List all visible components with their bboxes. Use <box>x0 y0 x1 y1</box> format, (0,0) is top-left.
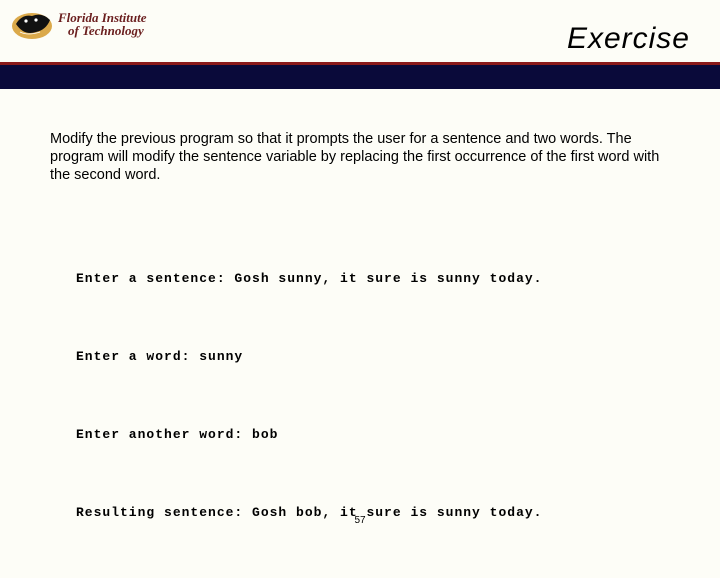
code-line: Enter a word: sunny <box>76 344 670 370</box>
panther-icon <box>10 6 54 42</box>
institution-logo: Florida Institute of Technology <box>10 6 147 42</box>
exercise-description: Modify the previous program so that it p… <box>50 130 670 184</box>
logo-text: Florida Institute of Technology <box>58 11 147 37</box>
code-line: Enter another word: bob <box>76 422 670 448</box>
code-line: Enter a sentence: Gosh sunny, it sure is… <box>76 266 670 292</box>
slide-title: Exercise <box>567 22 690 56</box>
divider-navy <box>0 65 720 89</box>
page-number: 57 <box>0 515 720 526</box>
logo-line2: of Technology <box>68 24 147 37</box>
slide-header: Florida Institute of Technology Exercise <box>0 0 720 70</box>
slide-content: Modify the previous program so that it p… <box>50 130 670 578</box>
